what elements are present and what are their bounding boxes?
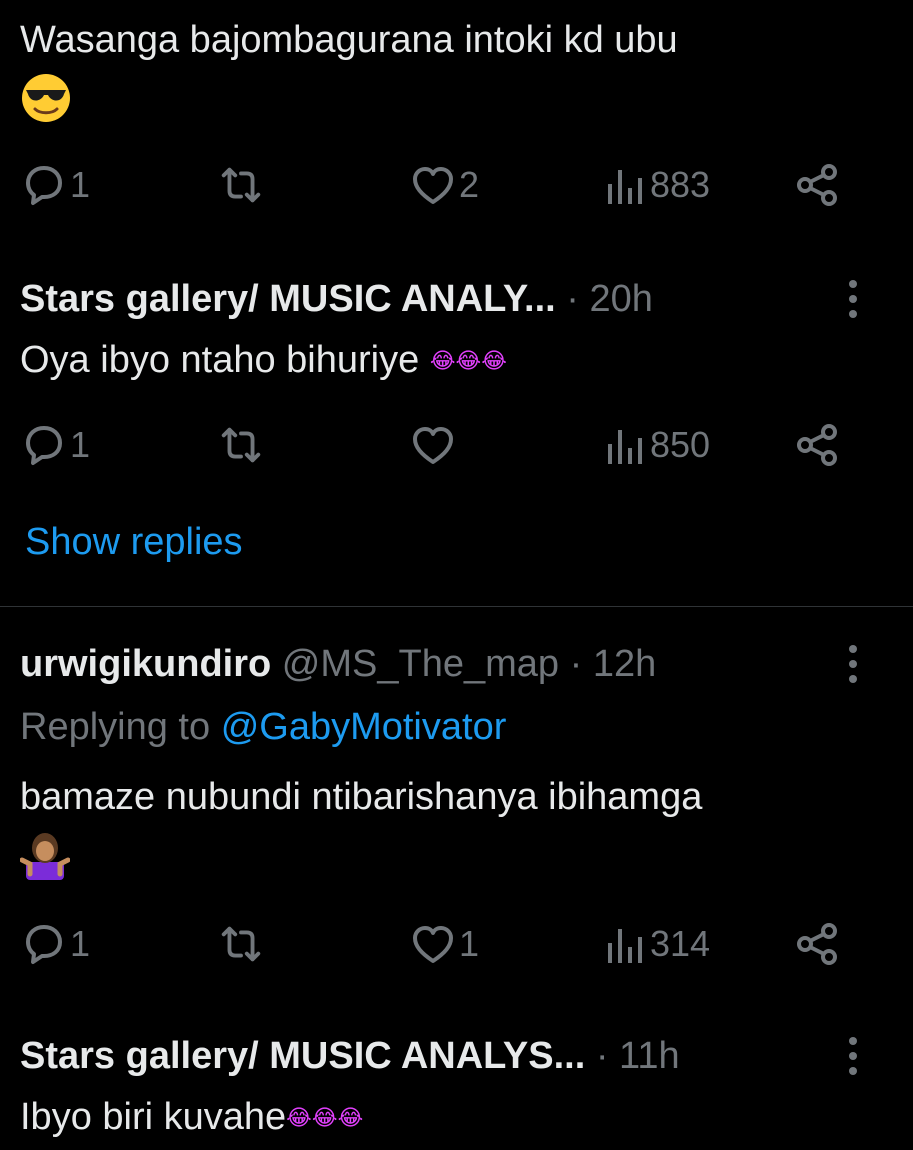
author-name[interactable]: Stars gallery/ MUSIC ANALY... [20,278,556,320]
share-button[interactable] [795,155,839,215]
reply-count: 1 [70,424,91,465]
person-shrugging-emoji-icon [20,833,70,880]
tweet-header: Stars gallery/ MUSIC ANALYS... · 11h [20,1032,680,1080]
tweet-time[interactable]: 20h [589,278,652,320]
reply-button[interactable]: 1 [22,415,90,475]
reply-button[interactable]: 1 [22,914,90,974]
author-name[interactable]: urwigikundiro [20,643,271,685]
reply-count: 1 [70,923,91,964]
replying-handle-link[interactable]: @GabyMotivator [221,706,507,748]
tweet-time[interactable]: 11h [619,1035,680,1077]
tweet-header: urwigikundiro @MS_The_map · 12h [20,640,656,688]
views-icon [608,170,642,204]
views-button[interactable]: 883 [604,155,710,215]
like-button[interactable] [411,415,459,475]
retweet-button[interactable] [216,415,270,475]
tweet-1[interactable]: Wasanga bajombagurana intoki kd ubu 1 2 … [0,0,913,235]
tweet-text: Ibyo biri kuvahe😂😂😂 [20,1092,363,1144]
more-icon[interactable] [846,645,860,683]
share-button[interactable] [795,914,839,974]
retweet-button[interactable] [216,155,270,215]
author-name[interactable]: Stars gallery/ MUSIC ANALYS... [20,1035,585,1077]
tweet-4[interactable]: Stars gallery/ MUSIC ANALYS... · 11h Iby… [0,1007,913,1150]
heart-icon [413,167,453,204]
views-button[interactable]: 850 [604,415,710,475]
separator-dot: · [569,643,583,685]
heart-icon [413,427,453,464]
retweet-icon [221,926,261,962]
views-icon [608,929,642,963]
reply-icon [26,925,62,964]
replying-prefix: Replying to [20,706,211,748]
tweet-2[interactable]: Stars gallery/ MUSIC ANALY... · 20h Oya … [0,235,913,605]
share-icon [797,424,837,466]
author-handle[interactable]: @MS_The_map [282,643,559,685]
separator-dot: · [566,278,579,320]
reply-icon [26,426,62,465]
tweet-header: Stars gallery/ MUSIC ANALY... · 20h [20,275,653,323]
tweet-text: Oya ibyo ntaho bihuriye 😂😂😂 [20,335,507,387]
laughing-emoji-icon: 😂😂😂 [429,348,507,374]
reply-icon [26,166,62,205]
share-button[interactable] [795,415,839,475]
tweet-text-body: Ibyo biri kuvahe [20,1096,287,1138]
tweet-actions: 1 850 [0,415,913,475]
tweet-actions: 1 2 883 [0,155,913,215]
tweet-actions: 1 1 314 [0,914,913,974]
like-button[interactable]: 1 [411,914,479,974]
retweet-icon [221,167,261,203]
view-count: 850 [650,424,711,465]
view-count: 314 [650,923,711,964]
view-count: 883 [650,164,711,205]
tweet-text-body: Oya ibyo ntaho bihuriye [20,339,420,381]
like-button[interactable]: 2 [411,155,479,215]
reply-button[interactable]: 1 [22,155,90,215]
more-icon[interactable] [846,1037,860,1075]
tweet-text: bamaze nubundi ntibarishanya ibihamga [20,776,703,818]
sunglasses-emoji-icon [22,74,70,122]
share-icon [797,923,837,965]
like-count: 1 [459,923,480,964]
views-icon [608,430,642,464]
like-count: 2 [459,164,480,205]
share-icon [797,164,837,206]
reply-count: 1 [70,164,91,205]
heart-icon [413,926,453,963]
tweet-time[interactable]: 12h [593,643,656,685]
tweet-text: Wasanga bajombagurana intoki kd ubu [20,19,678,61]
views-button[interactable]: 314 [604,914,710,974]
replying-to: Replying to @GabyMotivator [20,703,506,751]
show-replies-link[interactable]: Show replies [25,518,243,566]
retweet-button[interactable] [216,914,270,974]
more-icon[interactable] [846,280,860,318]
separator-dot: · [595,1035,609,1077]
tweet-3[interactable]: urwigikundiro @MS_The_map · 12h Replying… [0,607,913,1007]
laughing-emoji-icon: 😂😂😂 [286,1105,364,1131]
retweet-icon [221,427,261,463]
